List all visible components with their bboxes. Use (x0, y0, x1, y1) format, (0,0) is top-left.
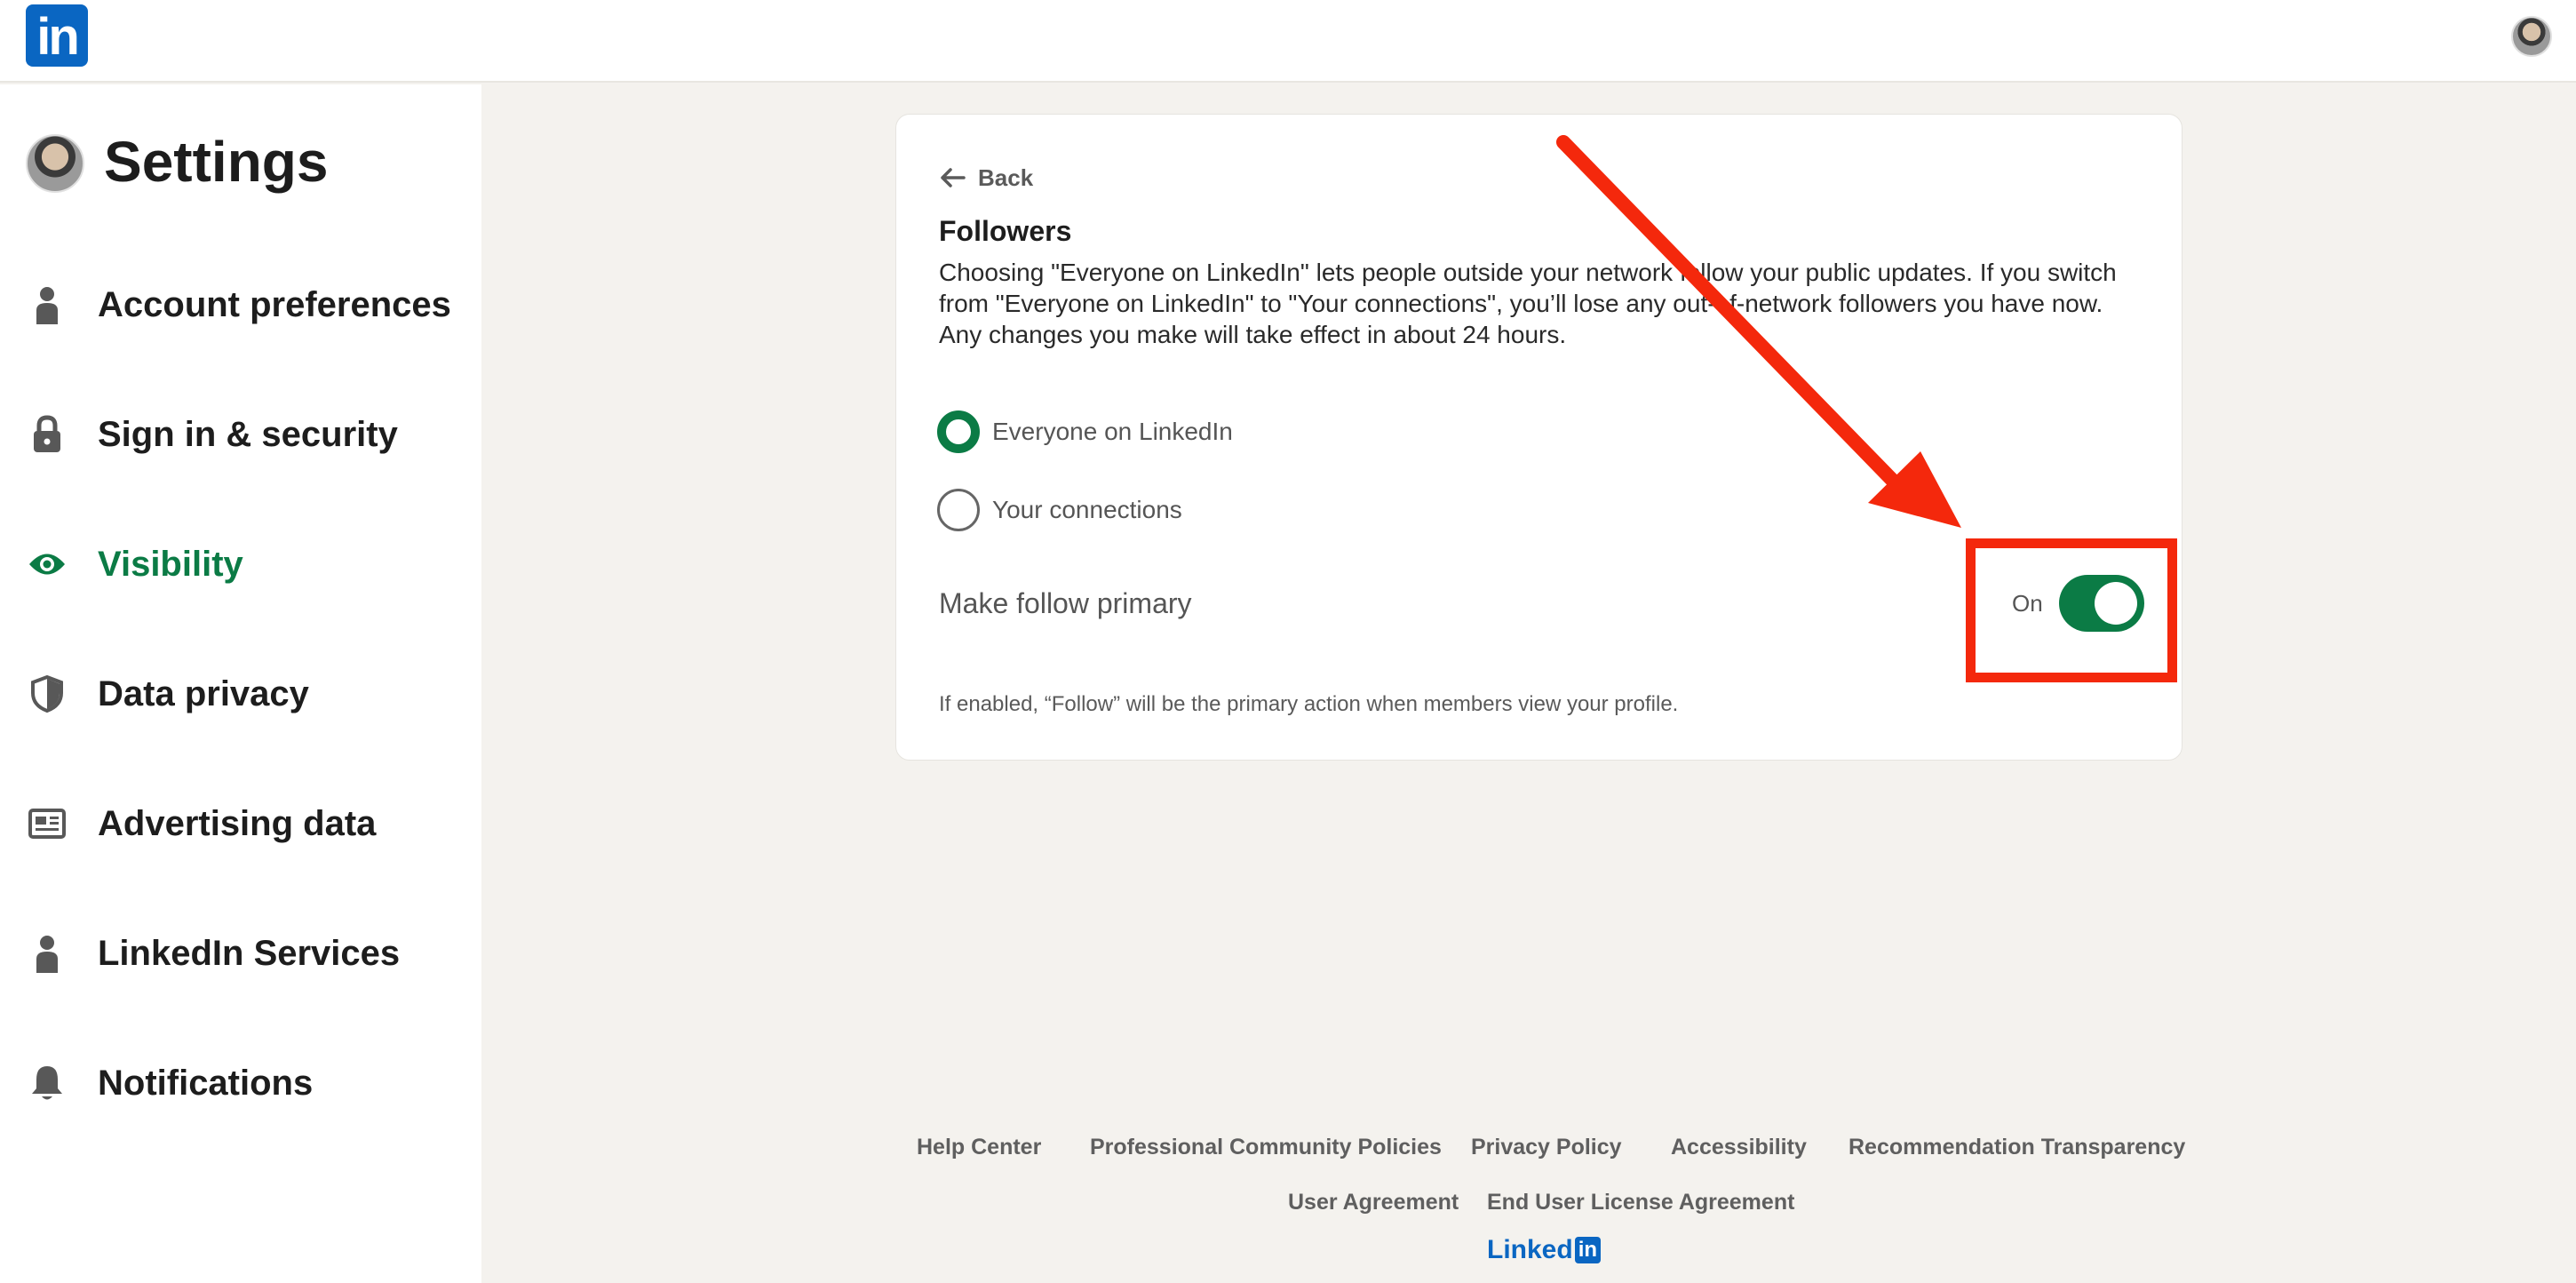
sidebar-item-linkedin-services[interactable]: LinkedIn Services (26, 922, 470, 984)
eye-icon (26, 543, 68, 586)
page-title: Settings (104, 130, 329, 194)
sidebar-item-advertising-data[interactable]: Advertising data (26, 793, 470, 855)
footer-linkedin-logo: Linked in (1487, 1235, 1602, 1265)
arrow-left-icon (941, 168, 966, 187)
sidebar-item-sign-in-security[interactable]: Sign in & security (26, 403, 470, 466)
footer-link-community-policies[interactable]: Professional Community Policies (1090, 1135, 1442, 1160)
footer-link-privacy-policy[interactable]: Privacy Policy (1471, 1135, 1622, 1160)
back-label: Back (978, 163, 1034, 191)
back-button[interactable]: Back (939, 157, 1033, 198)
sidebar-item-label: Account preferences (98, 284, 451, 324)
option-your-connections[interactable]: Your connections (937, 488, 1182, 532)
radio-button[interactable] (937, 489, 980, 531)
sidebar-item-label: Data privacy (98, 673, 309, 713)
follow-primary-hint: If enabled, “Follow” will be the primary… (939, 692, 1679, 716)
bell-icon (26, 1062, 68, 1104)
person-icon (26, 283, 68, 326)
sidebar-item-label: Advertising data (98, 803, 377, 843)
annotation-highlight-box (1966, 538, 2177, 682)
profile-avatar[interactable] (2511, 16, 2552, 57)
radio-label: Everyone on LinkedIn (992, 418, 1233, 445)
footer-link-eula[interactable]: End User License Agreement (1487, 1190, 1794, 1215)
brand-in-box: in (1574, 1237, 1602, 1263)
sidebar-item-label: Visibility (98, 544, 243, 584)
linkedin-logo[interactable]: in (26, 4, 88, 67)
sidebar-item-label: Notifications (98, 1063, 314, 1103)
section-title: Followers (939, 215, 1072, 247)
radio-label: Your connections (992, 496, 1182, 523)
shield-icon (26, 673, 68, 715)
radio-button-selected[interactable] (937, 410, 980, 453)
sidebar-item-account-preferences[interactable]: Account preferences (26, 274, 470, 336)
footer-link-help-center[interactable]: Help Center (917, 1135, 1041, 1160)
section-description: Choosing "Everyone on LinkedIn" lets peo… (939, 259, 2117, 348)
top-navigation-bar: in (0, 0, 2576, 83)
newspaper-icon (26, 802, 68, 845)
sidebar-item-notifications[interactable]: Notifications (26, 1052, 470, 1114)
footer-link-recommendation-transparency[interactable]: Recommendation Transparency (1849, 1135, 2185, 1160)
avatar (26, 134, 84, 193)
settings-sidebar: Settings Account preferences Sign in & s… (0, 84, 481, 1283)
brand-text: Linked (1487, 1235, 1573, 1264)
lock-icon (26, 413, 68, 456)
person-icon (26, 932, 68, 975)
sidebar-item-label: LinkedIn Services (98, 933, 401, 973)
sidebar-item-label: Sign in & security (98, 414, 398, 454)
sidebar-item-visibility[interactable]: Visibility (26, 533, 470, 595)
footer-link-accessibility[interactable]: Accessibility (1671, 1135, 1807, 1160)
footer-link-user-agreement[interactable]: User Agreement (1288, 1190, 1459, 1215)
make-follow-primary-label: Make follow primary (939, 587, 1192, 619)
option-everyone-on-linkedin[interactable]: Everyone on LinkedIn (937, 410, 1233, 454)
sidebar-item-data-privacy[interactable]: Data privacy (26, 663, 470, 725)
